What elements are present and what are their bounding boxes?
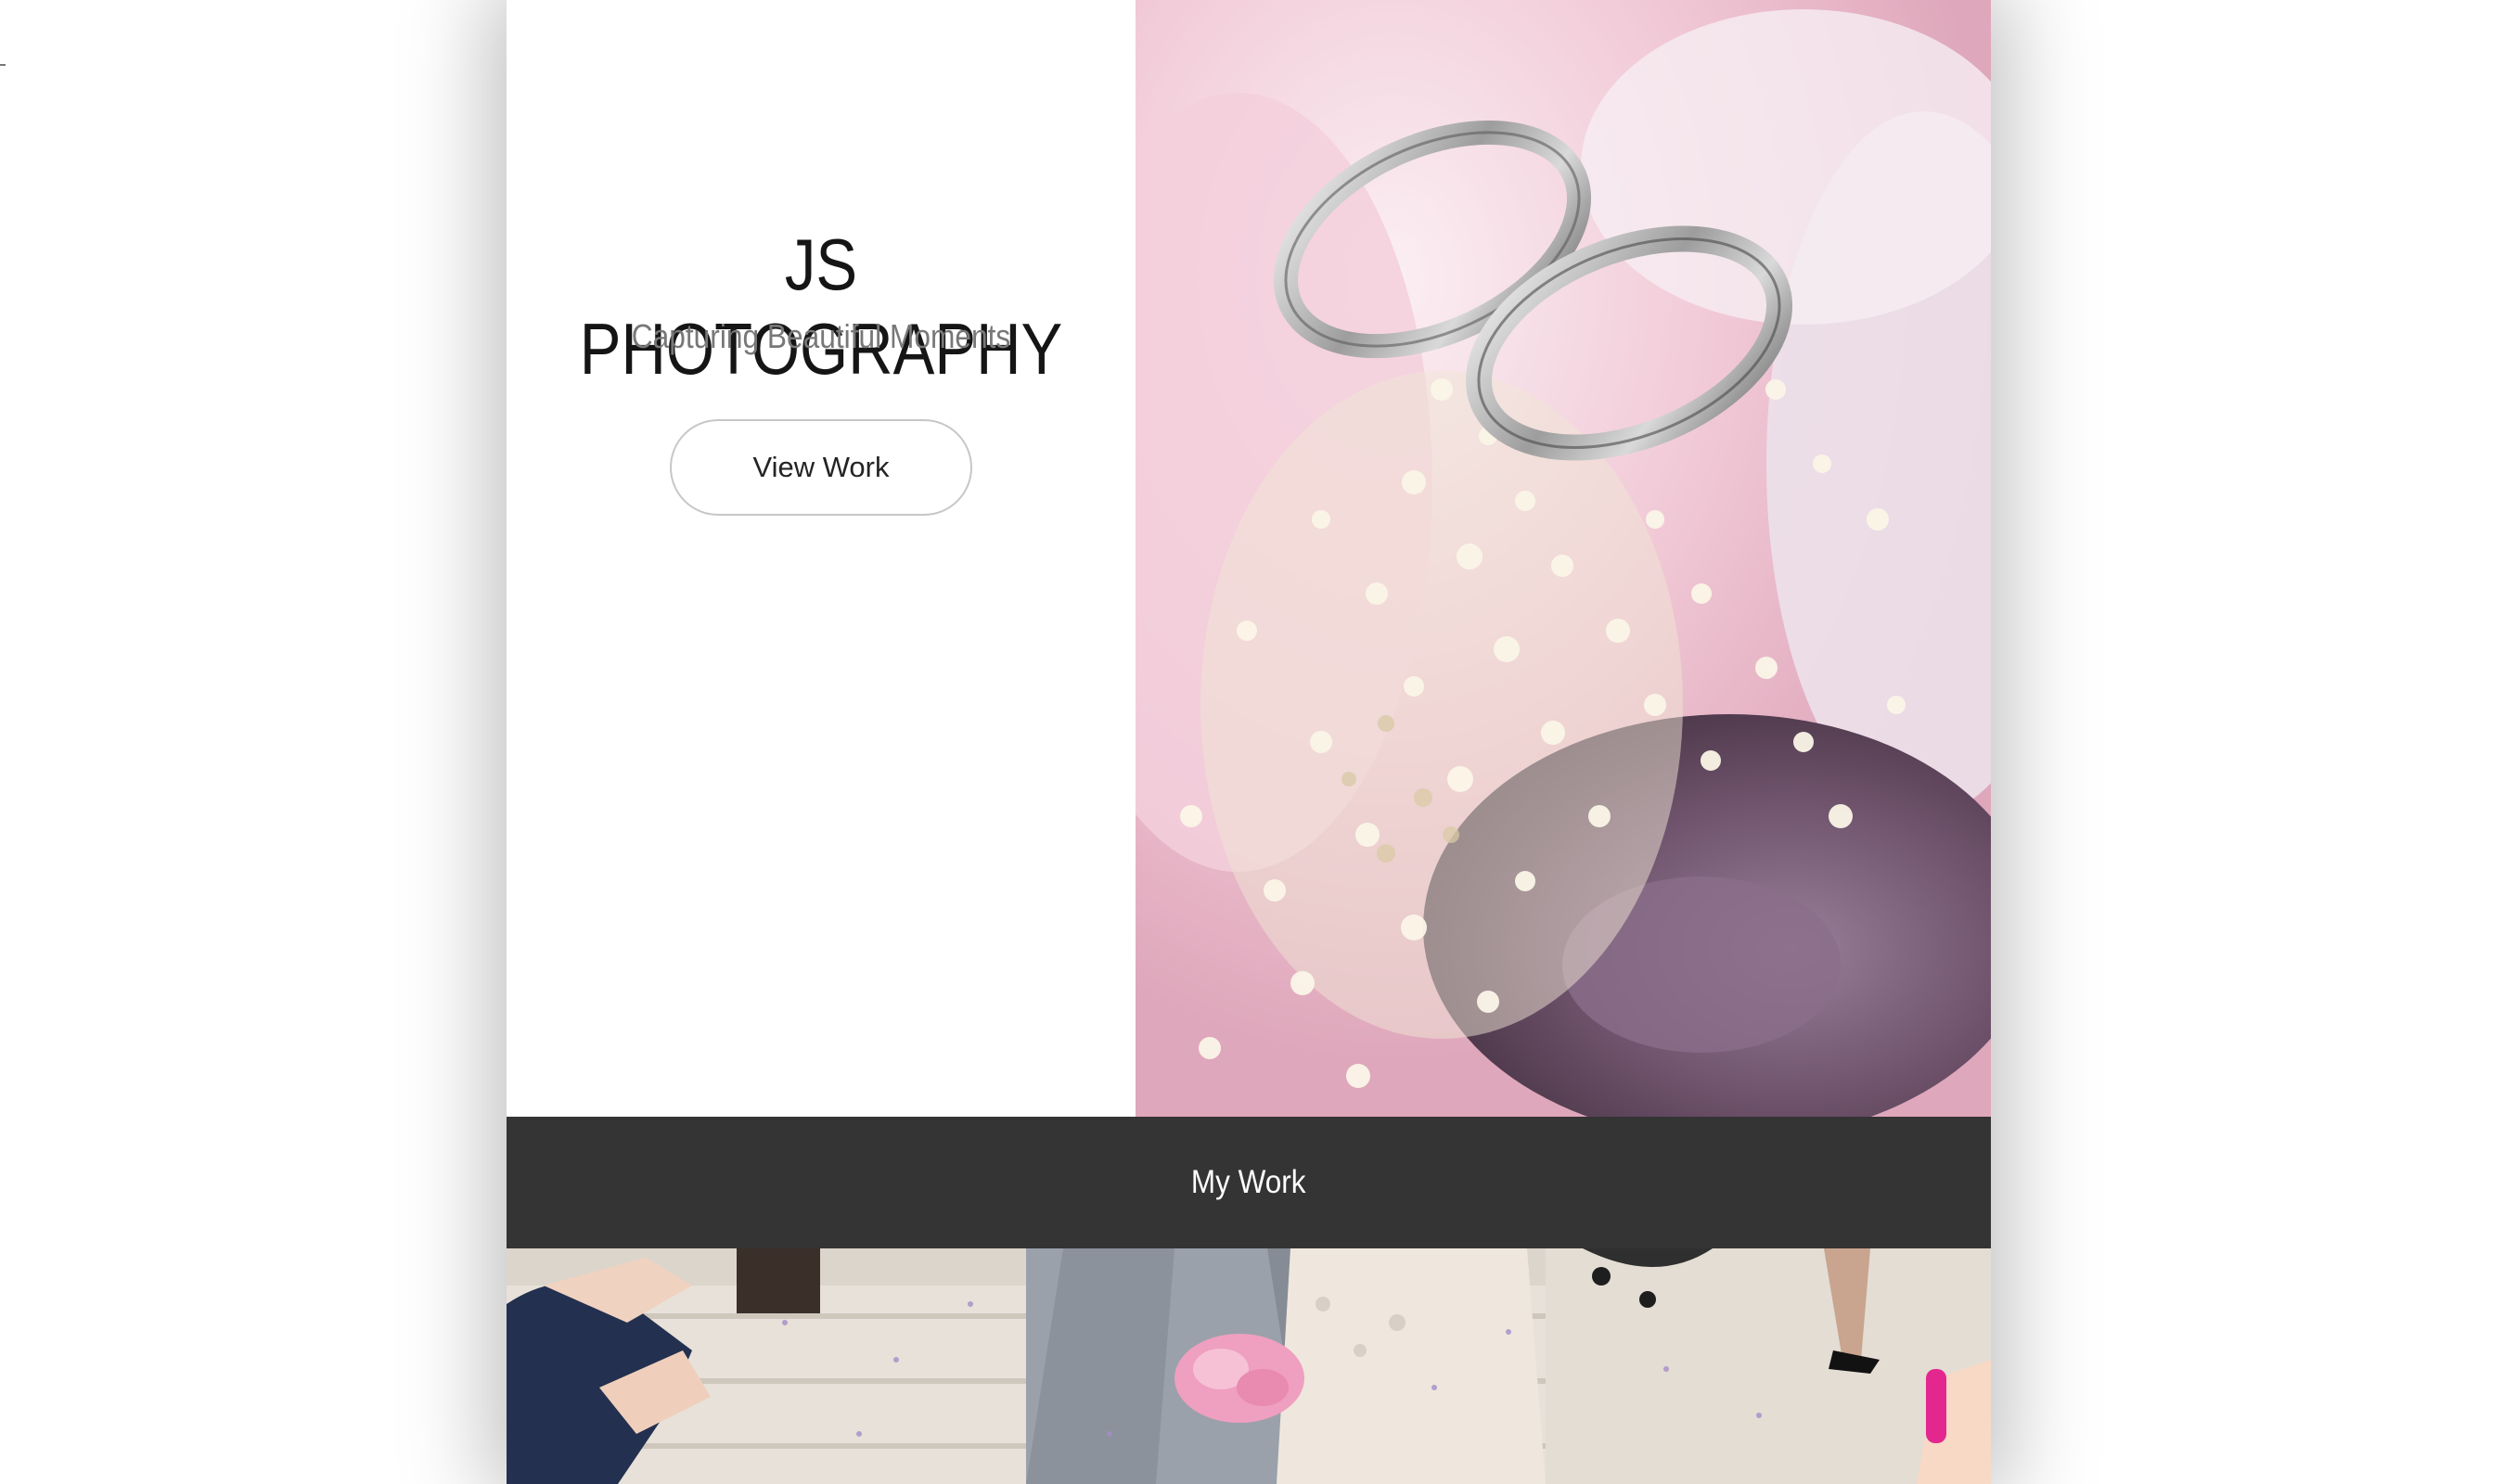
hero-section: JS PHOTOGRAPHY Capturing Beautiful Momen… bbox=[507, 0, 1991, 1117]
hero-text-panel: JS PHOTOGRAPHY Capturing Beautiful Momen… bbox=[507, 0, 1136, 1117]
page-container: JS PHOTOGRAPHY Capturing Beautiful Momen… bbox=[507, 0, 1991, 1484]
hero-photo-rings bbox=[1136, 0, 1991, 1117]
site-tagline: Capturing Beautiful Moments bbox=[631, 317, 1011, 355]
gallery-photo-couple bbox=[507, 1248, 1991, 1484]
view-work-button[interactable]: View Work bbox=[670, 419, 972, 516]
section-title: My Work bbox=[1191, 1164, 1306, 1200]
divider-mark bbox=[0, 64, 6, 66]
couple-confetti-image bbox=[507, 1248, 1991, 1484]
my-work-header: My Work bbox=[507, 1117, 1991, 1248]
rings-bouquet-image bbox=[1136, 0, 1991, 1117]
site-title: JS PHOTOGRAPHY bbox=[579, 224, 1063, 390]
